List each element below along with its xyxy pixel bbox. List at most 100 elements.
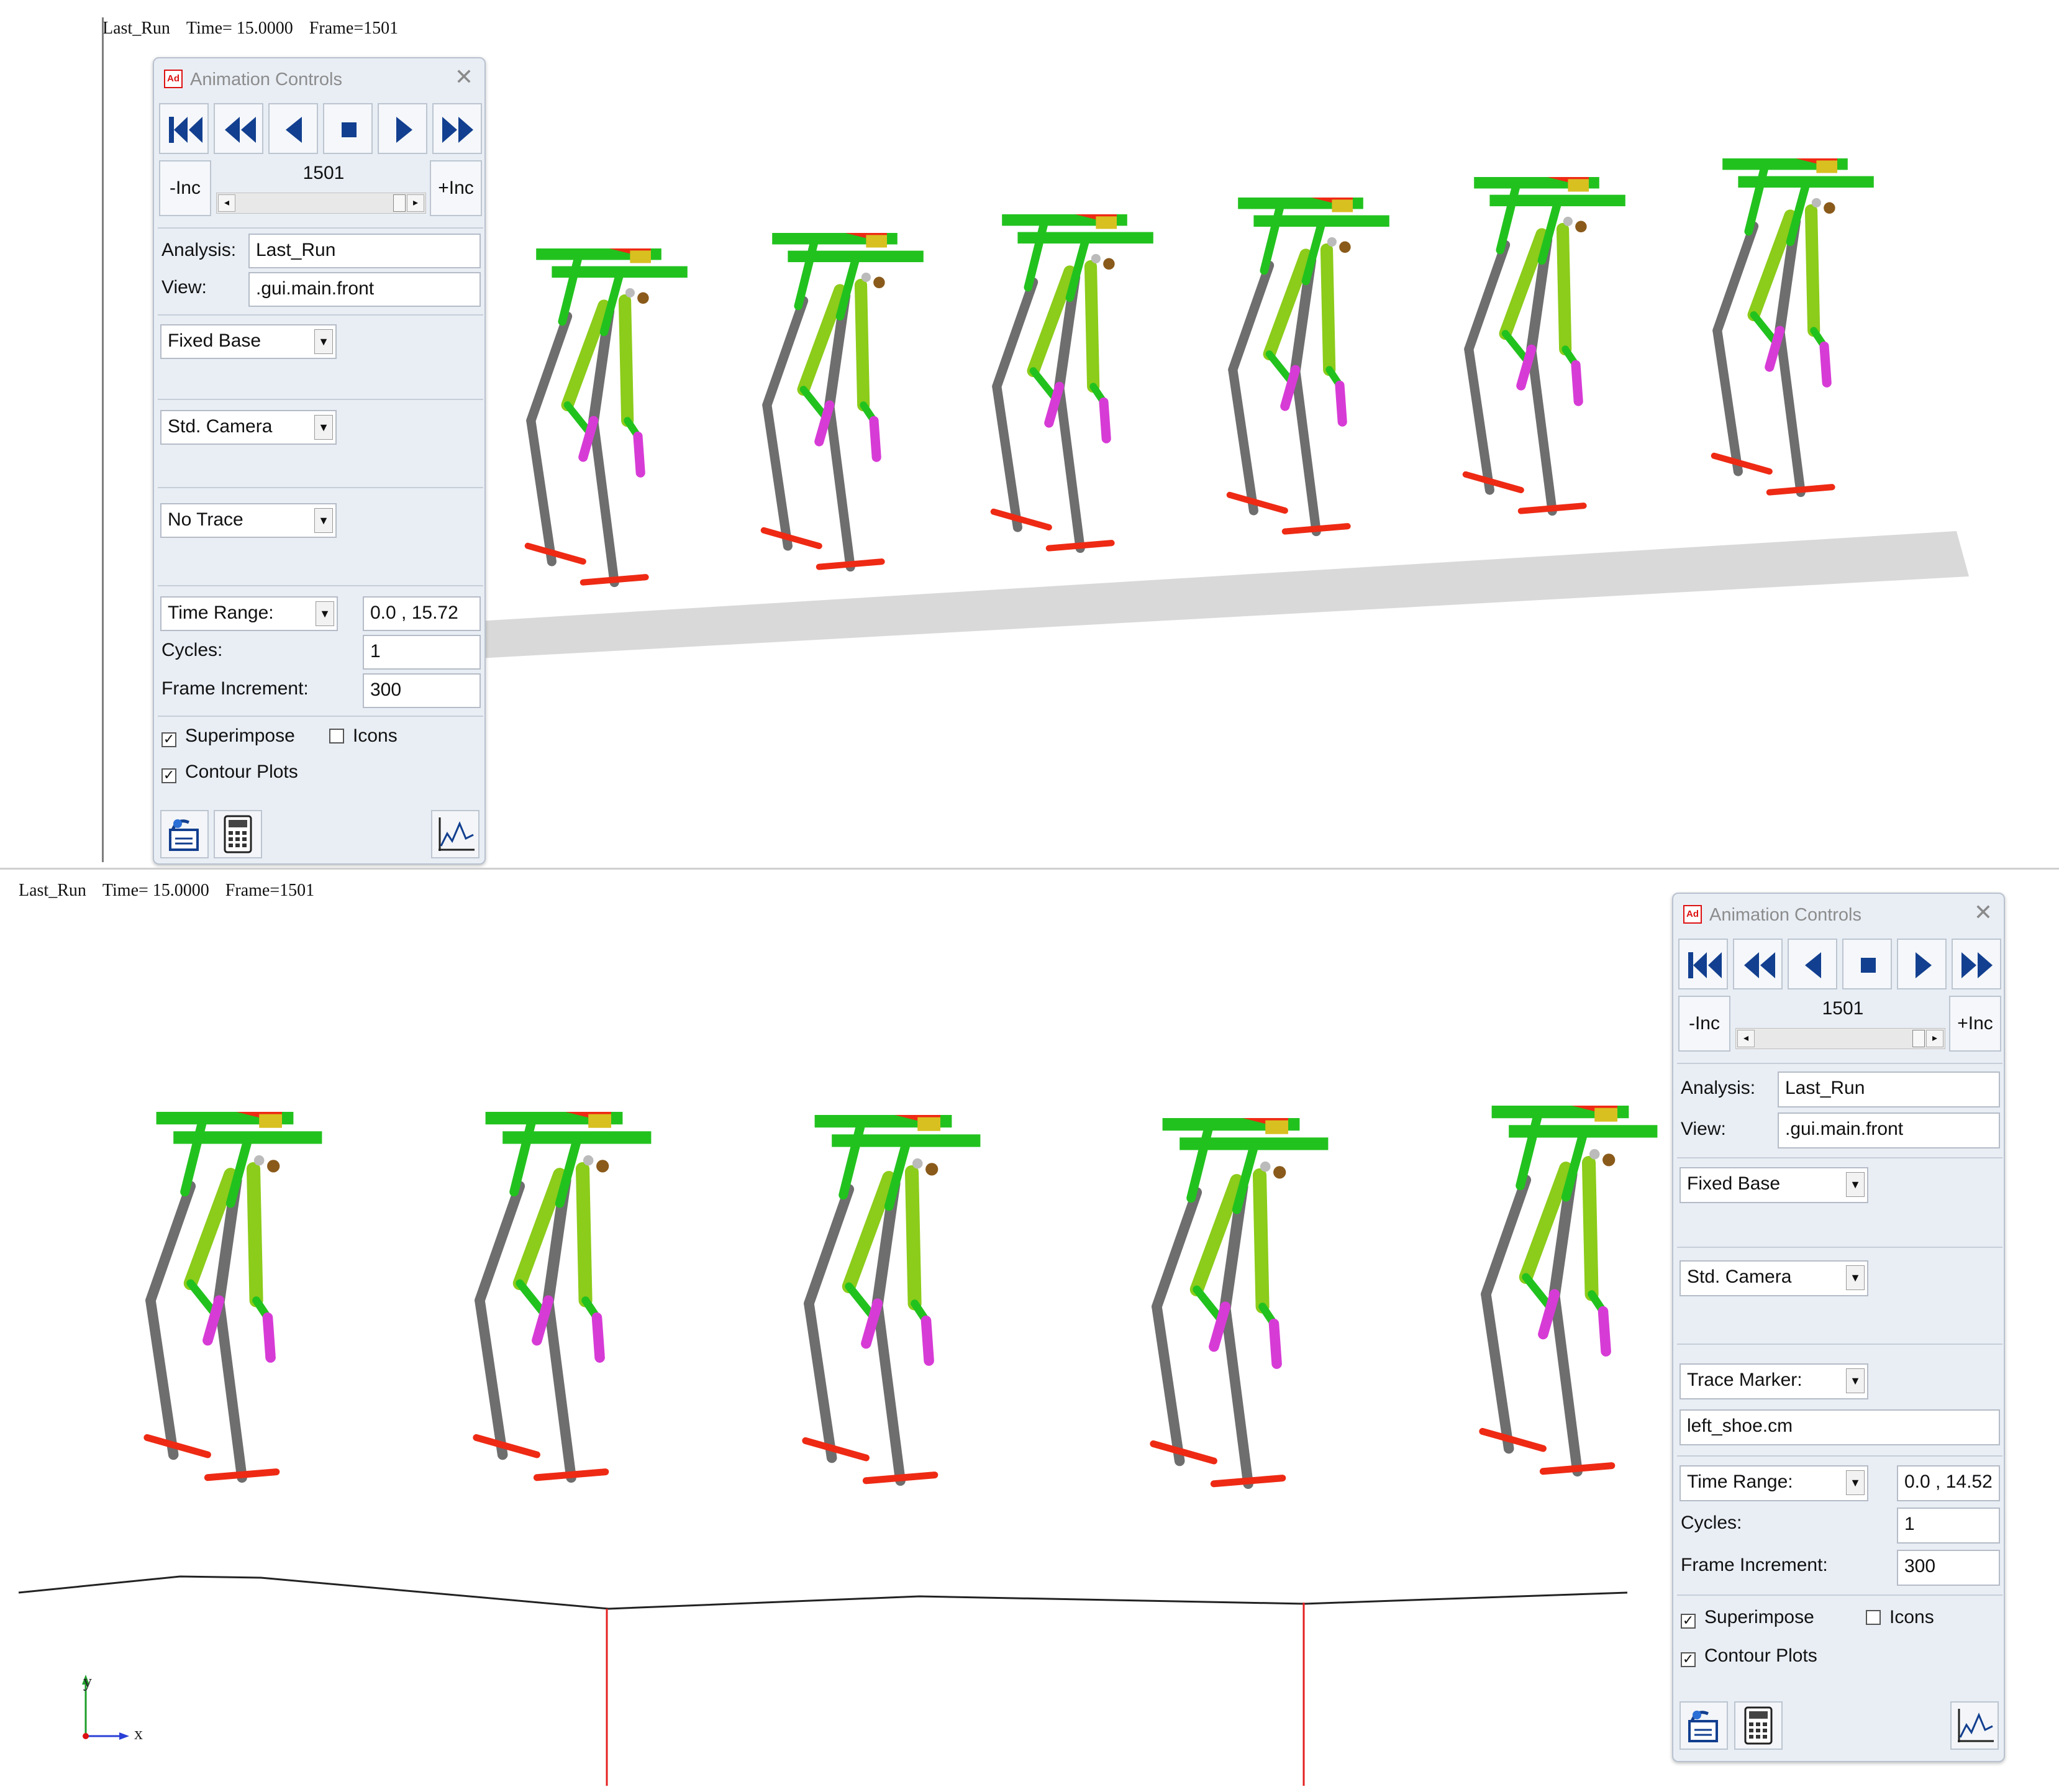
plot-button[interactable] xyxy=(1950,1701,1999,1750)
robot-frame xyxy=(1711,158,1874,498)
trace-marker-field[interactable]: left_shoe.cm xyxy=(1679,1409,2000,1445)
view-label: View: xyxy=(1681,1119,1726,1139)
header-frame: Frame=1501 xyxy=(309,19,399,38)
divider xyxy=(158,487,483,488)
trace-select[interactable]: No Trace ▼ xyxy=(160,503,337,538)
close-button[interactable]: ✕ xyxy=(455,66,473,88)
camera-select[interactable]: Std. Camera ▼ xyxy=(1679,1260,1868,1296)
icons-checkbox[interactable]: Icons xyxy=(329,725,398,747)
time-range-field[interactable]: 0.0 , 14.52 xyxy=(1897,1465,2000,1501)
viewport-bottom[interactable]: Last_Run Time= 15.0000 Frame=1501 y x Ad A… xyxy=(0,870,2059,1792)
rewind-button[interactable] xyxy=(214,103,263,154)
slider-thumb[interactable] xyxy=(393,194,406,212)
divider xyxy=(158,227,483,229)
animation-recorder-button[interactable] xyxy=(160,810,209,858)
camera-select-value: Std. Camera xyxy=(168,416,273,437)
panel-titlebar[interactable]: Ad Animation Controls ✕ xyxy=(1673,894,2004,934)
decrement-button[interactable]: -Inc xyxy=(1678,996,1730,1052)
floor-plane xyxy=(478,531,1969,658)
viewport-header: Last_Run Time= 15.0000 Frame=1501 xyxy=(102,20,414,37)
playback-toolbar xyxy=(1678,939,2001,991)
range-select[interactable]: Time Range: ▼ xyxy=(160,596,338,631)
stop-icon xyxy=(342,122,357,137)
base-select-value: Fixed Base xyxy=(168,330,261,351)
base-select[interactable]: Fixed Base ▼ xyxy=(1679,1167,1868,1203)
frame-slider[interactable]: ◂ ▸ xyxy=(1735,1028,1945,1049)
cycles-field[interactable]: 1 xyxy=(363,635,481,670)
contour-plots-checkbox[interactable]: ✓ Contour Plots xyxy=(1681,1645,1817,1667)
view-field[interactable]: .gui.main.front xyxy=(1778,1112,2000,1148)
icons-label: Icons xyxy=(1889,1607,1934,1627)
divider xyxy=(1677,1594,2002,1596)
animation-recorder-button[interactable] xyxy=(1679,1701,1728,1750)
header-analysis: Last_Run xyxy=(19,881,86,900)
slider-right-arrow-icon[interactable]: ▸ xyxy=(407,194,424,212)
animation-controls-panel[interactable]: Ad Animation Controls ✕ -Inc 1501 ◂ ▸ +I… xyxy=(153,57,486,865)
superimpose-checkbox[interactable]: ✓ Superimpose xyxy=(161,725,295,747)
trace-select[interactable]: Trace Marker: ▼ xyxy=(1679,1363,1868,1399)
trace-select-value: Trace Marker: xyxy=(1687,1370,1802,1390)
superimpose-checkbox[interactable]: ✓ Superimpose xyxy=(1681,1607,1814,1629)
stop-button[interactable] xyxy=(323,103,373,154)
checkbox-empty-icon xyxy=(329,729,344,744)
analysis-label: Analysis: xyxy=(161,240,237,260)
robot-frame xyxy=(1150,1118,1329,1490)
play-button[interactable] xyxy=(378,103,427,154)
divider xyxy=(158,585,483,586)
skip-to-start-button[interactable] xyxy=(159,103,209,154)
plot-icon xyxy=(439,817,475,851)
frame-slider[interactable]: ◂ ▸ xyxy=(216,193,426,214)
plot-button[interactable] xyxy=(431,810,480,858)
time-range-field[interactable]: 0.0 , 15.72 xyxy=(363,596,481,631)
frame-increment-field[interactable]: 300 xyxy=(363,673,481,708)
slider-right-arrow-icon[interactable]: ▸ xyxy=(1926,1030,1943,1047)
checkbox-checked-icon: ✓ xyxy=(1681,1652,1696,1667)
fast-forward-button[interactable] xyxy=(1952,939,2001,989)
view-field[interactable]: .gui.main.front xyxy=(248,272,481,307)
increment-button[interactable]: +Inc xyxy=(1949,996,2001,1052)
panel-titlebar[interactable]: Ad Animation Controls ✕ xyxy=(154,58,484,98)
analysis-field[interactable]: Last_Run xyxy=(1778,1071,2000,1107)
dropdown-arrow-icon: ▼ xyxy=(314,508,333,533)
viewport-top[interactable]: Last_Run Time= 15.0000 Frame=1501 Ad Anima… xyxy=(0,0,2059,870)
panel-title: Animation Controls xyxy=(190,70,342,89)
base-select[interactable]: Fixed Base ▼ xyxy=(160,324,337,359)
contour-plots-checkbox[interactable]: ✓ Contour Plots xyxy=(161,762,298,783)
dropdown-arrow-icon: ▼ xyxy=(314,415,333,440)
range-select-value: Time Range: xyxy=(168,603,274,623)
icons-checkbox[interactable]: Icons xyxy=(1866,1607,1934,1628)
calculator-button[interactable] xyxy=(1734,1701,1783,1750)
frame-increment-row: -Inc 1501 ◂ ▸ +Inc xyxy=(159,160,482,217)
fast-forward-button[interactable] xyxy=(432,103,482,154)
rewind-button[interactable] xyxy=(1733,939,1783,989)
calculator-button[interactable] xyxy=(214,810,262,858)
analysis-field[interactable]: Last_Run xyxy=(248,234,481,268)
view-label: View: xyxy=(161,277,207,298)
range-select[interactable]: Time Range: ▼ xyxy=(1679,1465,1868,1501)
base-select-value: Fixed Base xyxy=(1687,1173,1781,1194)
play-reverse-button[interactable] xyxy=(268,103,318,154)
frame-increment-field[interactable]: 300 xyxy=(1897,1550,2000,1586)
divider xyxy=(1677,1247,2002,1248)
skip-to-start-button[interactable] xyxy=(1678,939,1728,989)
trace-marker-path xyxy=(18,1575,1628,1610)
dropdown-arrow-icon: ▼ xyxy=(314,329,333,354)
robot-frame xyxy=(1462,177,1625,516)
slider-left-arrow-icon[interactable]: ◂ xyxy=(1737,1030,1755,1047)
animation-controls-panel[interactable]: Ad Animation Controls ✕ -Inc 1501 ◂ ▸ +I… xyxy=(1672,893,2005,1762)
camera-select-value: Std. Camera xyxy=(1687,1267,1792,1287)
stop-button[interactable] xyxy=(1842,939,1892,989)
slider-left-arrow-icon[interactable]: ◂ xyxy=(218,194,235,212)
checkbox-empty-icon xyxy=(1866,1610,1881,1625)
fast-forward-icon xyxy=(442,117,473,143)
decrement-button[interactable]: -Inc xyxy=(159,160,211,216)
calculator-icon xyxy=(224,815,252,853)
increment-button[interactable]: +Inc xyxy=(430,160,482,216)
divider xyxy=(1677,1344,2002,1345)
close-button[interactable]: ✕ xyxy=(1974,901,1993,924)
play-reverse-button[interactable] xyxy=(1788,939,1837,989)
play-button[interactable] xyxy=(1897,939,1947,989)
camera-select[interactable]: Std. Camera ▼ xyxy=(160,410,337,445)
cycles-field[interactable]: 1 xyxy=(1897,1508,2000,1544)
slider-thumb[interactable] xyxy=(1912,1030,1925,1047)
